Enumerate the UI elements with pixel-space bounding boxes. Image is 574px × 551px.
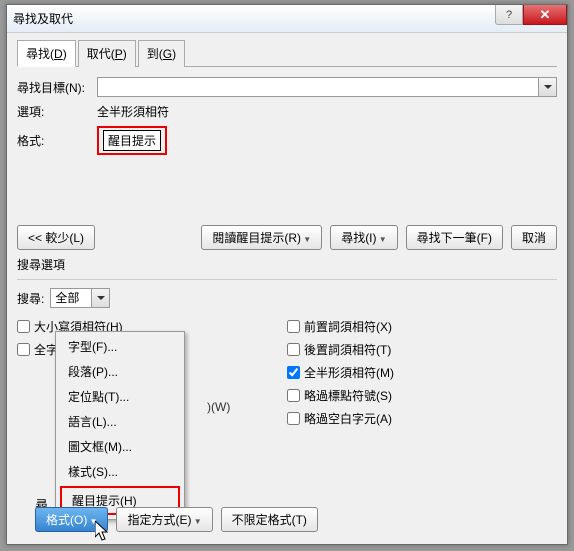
format-label: 格式: (17, 132, 97, 149)
check-ignore-punct[interactable]: 略過標點符號(S) (287, 387, 557, 404)
dialog-title: 尋找及取代 (13, 10, 73, 27)
special-button[interactable]: 指定方式(E) (116, 507, 212, 532)
check-ignore-space[interactable]: 略過空白字元(A) (287, 410, 557, 427)
chevron-down-icon[interactable] (538, 78, 556, 96)
read-highlight-button[interactable]: 閱讀醒目提示(R) (201, 225, 322, 250)
tab-find[interactable]: 尋找(D) (17, 40, 76, 67)
format-value: 醒目提示 (103, 130, 161, 151)
search-options-label: 搜尋選項 (17, 256, 557, 273)
options-label: 選項: (17, 103, 97, 120)
search-direction-combo[interactable]: 全部 (50, 288, 110, 308)
find-in-button[interactable]: 尋找(I) (330, 225, 397, 250)
format-menu: 字型(F)... 段落(P)... 定位點(T)... 語言(L)... 圖文框… (55, 331, 185, 520)
help-button[interactable]: ? (495, 5, 523, 25)
format-highlight-box: 醒目提示 (97, 126, 167, 155)
find-next-button[interactable]: 尋找下一筆(F) (406, 225, 503, 250)
search-direction-label: 搜尋: (17, 290, 44, 307)
cursor-icon (95, 521, 113, 545)
menu-font[interactable]: 字型(F)... (58, 334, 182, 359)
find-target-input[interactable] (97, 77, 557, 97)
check-prefix[interactable]: 前置詞須相符(X) (287, 318, 557, 335)
cancel-button[interactable]: 取消 (511, 225, 557, 250)
check-suffix[interactable]: 後置詞須相符(T) (287, 341, 557, 358)
options-value: 全半形須相符 (97, 103, 169, 120)
menu-frame[interactable]: 圖文框(M)... (58, 434, 182, 459)
tab-strip: 尋找(D) 取代(P) 到(G) (17, 39, 557, 67)
check-fullhalf[interactable]: 全半形須相符(M) (287, 364, 557, 381)
menu-style[interactable]: 樣式(S)... (58, 459, 182, 484)
close-button[interactable]: ✕ (523, 5, 567, 25)
partial-text: )(W) (207, 400, 230, 414)
chevron-down-icon[interactable] (91, 289, 109, 307)
menu-language[interactable]: 語言(L)... (58, 409, 182, 434)
titlebar[interactable]: 尋找及取代 ? ✕ (7, 5, 567, 33)
menu-tabs[interactable]: 定位點(T)... (58, 384, 182, 409)
find-target-label: 尋找目標(N): (17, 79, 97, 96)
find-replace-dialog: 尋找及取代 ? ✕ 尋找(D) 取代(P) 到(G) 尋找目標(N): 選項: … (6, 4, 568, 545)
menu-paragraph[interactable]: 段落(P)... (58, 359, 182, 384)
less-button[interactable]: << 較少(L) (17, 225, 95, 250)
tab-goto[interactable]: 到(G) (138, 40, 185, 67)
no-format-button[interactable]: 不限定格式(T) (221, 507, 318, 532)
tab-replace[interactable]: 取代(P) (78, 40, 136, 67)
